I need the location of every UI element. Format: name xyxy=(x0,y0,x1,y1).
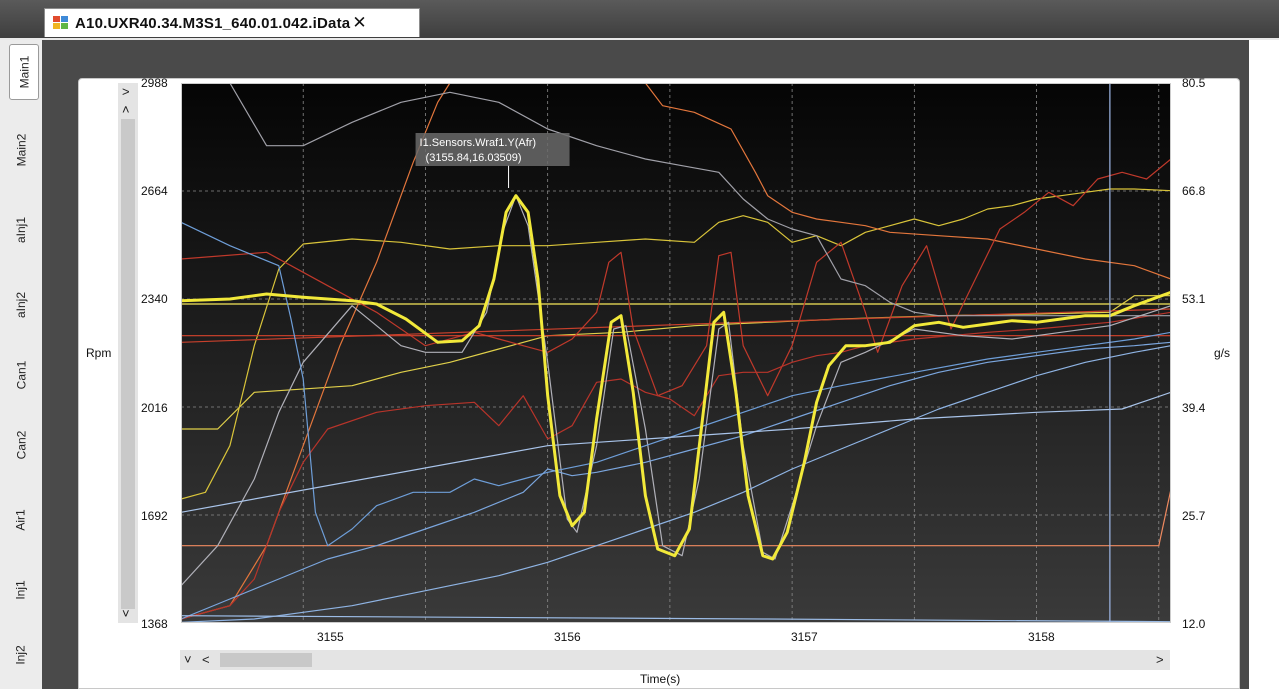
tab-can1[interactable]: Can1 xyxy=(2,345,40,405)
y-left-tick: 2988 xyxy=(141,76,168,90)
right-margin xyxy=(1249,40,1279,689)
document-tab-title: A10.UXR40.34.M3S1_640.01.042.iData xyxy=(75,14,351,32)
tab-air1[interactable]: Air1 xyxy=(2,490,40,550)
chart-svg[interactable]: I1.Sensors.Wraf1.Y(Afr) (3155.84,16.03509… xyxy=(180,82,1172,624)
document-tab[interactable]: A10.UXR40.34.M3S1_640.01.042.iData ✕ xyxy=(44,8,420,37)
chevron-down-icon[interactable]: ˅ xyxy=(122,607,130,620)
y-right-tick: 53.1 xyxy=(1182,292,1206,306)
vertical-tab-bar: Main1 Main2 aInj1 aInj2 Can1 Can2 Air1 I… xyxy=(0,40,42,689)
y-right-tick: 66.8 xyxy=(1182,184,1206,198)
y-right-tick: 12.0 xyxy=(1182,617,1206,631)
chevron-up-icon[interactable]: ˄ xyxy=(122,103,130,116)
vertical-scroll-thumb[interactable] xyxy=(121,119,135,609)
horizontal-scrollbar[interactable]: ˅ < > xyxy=(180,650,1170,670)
close-icon[interactable]: ✕ xyxy=(352,13,366,33)
chevron-down-double-icon[interactable]: ˅ xyxy=(184,653,192,666)
tab-can2[interactable]: Can2 xyxy=(2,415,40,475)
x-axis-title: Time(s) xyxy=(640,672,681,686)
tab-ainj1[interactable]: aInj1 xyxy=(2,200,40,260)
vertical-scrollbar[interactable]: ˃ ˄ ˅ xyxy=(118,83,138,623)
y-right-tick: 80.5 xyxy=(1182,76,1206,90)
y-left-tick: 1368 xyxy=(141,617,168,631)
x-tick: 3155 xyxy=(317,630,344,644)
tab-inj2[interactable]: Inj2 xyxy=(2,625,40,685)
x-tick: 3156 xyxy=(554,630,581,644)
chevron-left-icon[interactable]: < xyxy=(202,653,210,666)
tab-main1[interactable]: Main1 xyxy=(9,44,39,100)
tab-main2[interactable]: Main2 xyxy=(2,120,40,180)
chevron-right-icon[interactable]: ˃ xyxy=(122,85,130,98)
y-axis-left-label: Rpm xyxy=(86,346,112,360)
tooltip-line-2: (3155.84,16.03509) xyxy=(426,152,522,164)
chevron-right-icon[interactable]: > xyxy=(1156,653,1164,666)
y-right-tick: 39.4 xyxy=(1182,401,1206,415)
y-right-tick: 25.7 xyxy=(1182,509,1206,523)
y-left-tick: 1692 xyxy=(141,509,168,523)
y-left-tick: 2016 xyxy=(141,401,168,415)
y-left-tick: 2664 xyxy=(141,184,168,198)
y-left-tick: 2340 xyxy=(141,292,168,306)
app-grid-icon xyxy=(53,16,69,30)
horizontal-scroll-thumb[interactable] xyxy=(220,653,312,667)
x-tick: 3157 xyxy=(791,630,818,644)
tab-ainj2[interactable]: aInj2 xyxy=(2,275,40,335)
y-axis-right-label: g/s xyxy=(1214,346,1231,360)
tab-inj1[interactable]: Inj1 xyxy=(2,560,40,620)
tooltip-line-1: I1.Sensors.Wraf1.Y(Afr) xyxy=(420,137,537,149)
plot-area[interactable]: I1.Sensors.Wraf1.Y(Afr) (3155.84,16.03509… xyxy=(180,82,1172,628)
x-tick: 3158 xyxy=(1028,630,1055,644)
document-tabstrip: A10.UXR40.34.M3S1_640.01.042.iData ✕ xyxy=(0,0,1279,40)
